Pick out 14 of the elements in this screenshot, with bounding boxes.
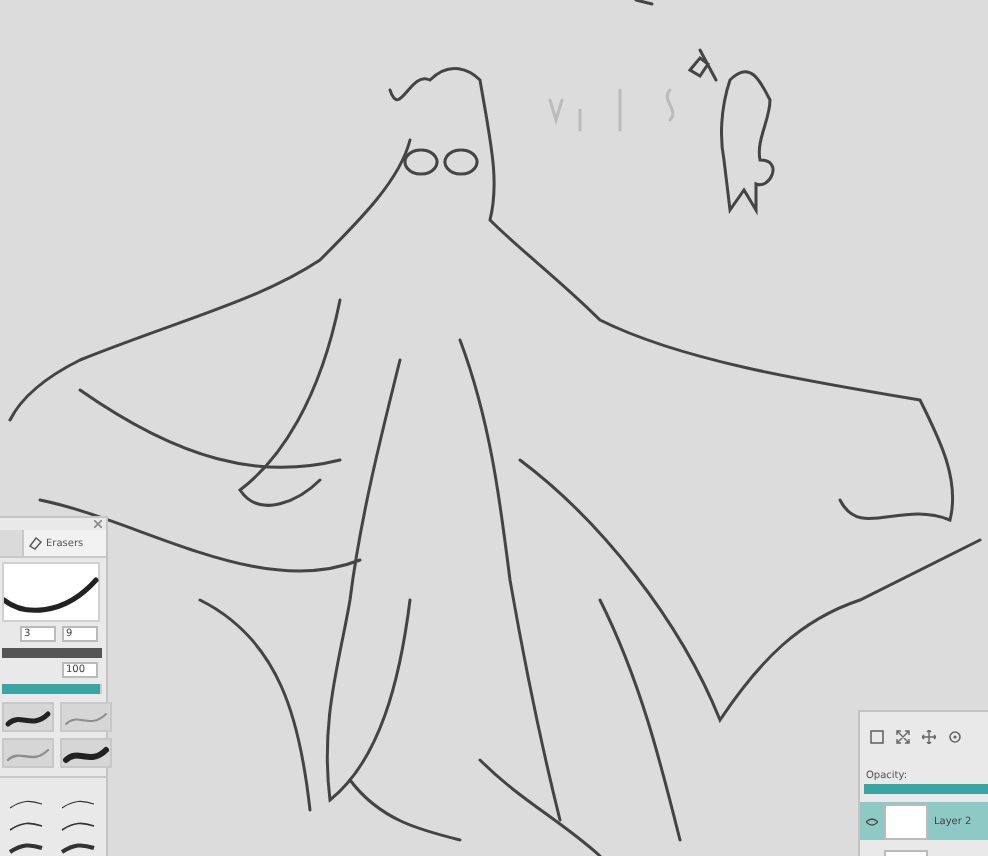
brush-preset[interactable] <box>60 738 112 768</box>
faint-scribble-sketch <box>548 88 675 132</box>
brush-preset[interactable] <box>2 702 54 732</box>
layer-opacity-slider[interactable] <box>864 784 988 794</box>
close-icon[interactable] <box>94 520 102 528</box>
size-slider[interactable] <box>2 648 102 658</box>
settings-icon[interactable] <box>948 729 962 743</box>
eraser-icon <box>28 536 42 550</box>
opacity-slider[interactable] <box>2 684 102 694</box>
expand-icon[interactable] <box>896 729 910 743</box>
layer-thumbnail <box>884 803 928 839</box>
move-icon[interactable] <box>922 729 936 743</box>
square-icon[interactable] <box>870 729 884 743</box>
eye-icon <box>866 817 878 825</box>
